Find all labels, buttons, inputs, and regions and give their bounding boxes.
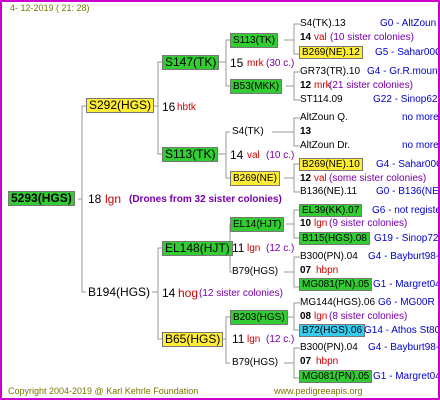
footer-copyright: Copyright 2004-2019 @ Karl Kehrle Founda… xyxy=(8,386,199,396)
g4a-n2: 08 xyxy=(300,311,312,322)
g4a-v2: lgn xyxy=(314,311,328,322)
g3a-r3: G19 - Sinop72R xyxy=(374,233,440,244)
g2b-n1: B269(NE).10 xyxy=(299,158,363,171)
g4b-r1: G4 - Bayburt98-3 xyxy=(368,342,440,353)
g4b-r3: G1 - Margret04R xyxy=(373,371,438,382)
g2b-n2: 12 xyxy=(300,173,312,184)
g3a-id[interactable]: EL14(HJT) xyxy=(230,217,285,232)
g1a-n2: 14 xyxy=(300,32,312,43)
g4b-v2: hbpn xyxy=(316,356,339,367)
drone-mother-num: 14 xyxy=(162,286,176,300)
root-num: 18 xyxy=(88,192,102,206)
g3b-n2: 07 xyxy=(300,265,312,276)
g1b-s2: (21 sister colonies) xyxy=(329,80,413,91)
g1a-v2: val xyxy=(314,32,327,43)
g1a-r3: G5 - Sahar00Q xyxy=(375,47,440,58)
g4a-s2: (8 sister colonies) xyxy=(329,311,408,322)
g1a-n3: B269(NE).12 xyxy=(299,46,363,59)
g1a-s2: (10 sister colonies) xyxy=(330,32,414,43)
g2a-n1: AltZoun Q. xyxy=(300,112,348,123)
gq2-note: val xyxy=(247,150,260,161)
gq4-num: 11 xyxy=(232,332,245,346)
drone-mother-note: hog xyxy=(178,286,199,300)
queen-num: 16 xyxy=(162,100,176,114)
gq3-note: lgn xyxy=(247,243,261,254)
gq3-id[interactable]: EL148(HJT) xyxy=(162,241,233,256)
g1b-r3: G22 - Sinop62R xyxy=(373,94,440,105)
gq3-num: 11 xyxy=(232,241,245,255)
g2b-r3: G0 - B136(NE) xyxy=(376,186,440,197)
g4a-n3: B72(HGS).06 xyxy=(299,324,366,337)
g3a-s2: (9 sister colonies) xyxy=(329,218,408,229)
g4b-id[interactable]: B79(HGS) xyxy=(232,357,278,369)
g2b-v2: val xyxy=(314,173,327,184)
pedigree-frame: 4- 12-2019 ( 21: 28) 5293(HGS) 18 lgn (D… xyxy=(0,0,440,400)
g3b-r1: G4 - Bayburt98-3 xyxy=(368,251,440,262)
gq2-id[interactable]: S113(TK) xyxy=(162,147,219,162)
g3a-n3: B115(HGS).08 xyxy=(299,232,370,245)
g2a-r3: no more xyxy=(402,140,439,151)
root-note: lgn xyxy=(105,192,122,206)
g3b-r3: G1 - Margret04R xyxy=(373,279,438,290)
gq1-num: 15 xyxy=(230,56,244,70)
g3b-v2: hbpn xyxy=(316,265,339,276)
g2b-r1: G4 - Sahar00Q xyxy=(376,159,440,170)
g4a-n1: MG144(HGS).06 xyxy=(300,297,376,308)
g4b-n1: B300(PN).04 xyxy=(300,342,358,353)
gq2-sisters: (10 c.) xyxy=(266,150,295,161)
gq3-sisters: (12 c.) xyxy=(266,243,295,254)
g1b-id[interactable]: B53(MKK) xyxy=(230,79,283,94)
g4a-id[interactable]: B203(HGS) xyxy=(230,310,288,325)
gq4-note: lgn xyxy=(247,334,261,345)
g2b-id[interactable]: B269(NE) xyxy=(230,171,280,186)
gq1-sisters: (30 c.) xyxy=(266,58,295,69)
g2a-id[interactable]: S4(TK) xyxy=(232,126,264,138)
g1b-r1: G4 - Gr.R.mounta xyxy=(367,66,440,77)
g2a-r1: no more xyxy=(402,112,439,123)
g1b-n2: 12 xyxy=(300,80,312,91)
header-date: 4- 12-2019 ( 21: 28) xyxy=(10,3,90,13)
g4a-r3: G14 - Athos St80R xyxy=(364,325,440,336)
g1b-n1: GR73(TR).10 xyxy=(300,66,361,77)
footer-site-link[interactable]: www.pedigreeapis.org xyxy=(274,385,363,397)
gq1-id[interactable]: S147(TK) xyxy=(162,55,220,70)
queen-note: hbtk xyxy=(177,102,196,113)
drone-mother-id[interactable]: B194(HGS) xyxy=(88,286,150,298)
root-colony-id[interactable]: 5293(HGS) xyxy=(8,191,75,206)
g1a-r1: G0 - AltZoun Q xyxy=(380,18,438,29)
g2a-n3: AltZoun Dr. xyxy=(300,140,351,151)
gq4-id[interactable]: B65(HGS) xyxy=(162,332,224,347)
gq1-note: mrk xyxy=(247,58,264,69)
queen-id[interactable]: S292(HGS) xyxy=(86,98,155,113)
g3a-n2: 10 xyxy=(300,218,312,229)
root-drones-note: (Drones from 32 sister colonies) xyxy=(129,194,282,205)
g4a-r1: G6 - MG00R xyxy=(378,297,435,308)
g3a-r1: G6 - not registe xyxy=(372,205,440,216)
g3b-n1: B300(PN).04 xyxy=(300,251,358,262)
g3a-v2: lgn xyxy=(314,218,328,229)
g3b-id[interactable]: B79(HGS) xyxy=(232,266,278,278)
gq2-num: 14 xyxy=(230,148,244,162)
drone-mother-sisters: (12 sister colonies) xyxy=(199,288,283,299)
g4b-n2: 07 xyxy=(300,356,312,367)
g2b-s2: (some sister colonies) xyxy=(329,173,427,184)
g1a-id[interactable]: S113(TK) xyxy=(230,33,279,48)
g3a-n1: EL39(KK).07 xyxy=(299,204,363,217)
gq4-sisters: (12 c.) xyxy=(266,334,295,345)
g4b-n3: MG081(PN).05 xyxy=(299,370,373,383)
g1b-n3: ST114.09 xyxy=(300,94,343,105)
g2b-n3: B136(NE).11 xyxy=(300,186,358,197)
g2a-n2: 13 xyxy=(300,126,312,137)
g1a-n1: S4(TK).13 xyxy=(300,18,346,29)
g3b-n3: MG081(PN).05 xyxy=(299,278,373,291)
